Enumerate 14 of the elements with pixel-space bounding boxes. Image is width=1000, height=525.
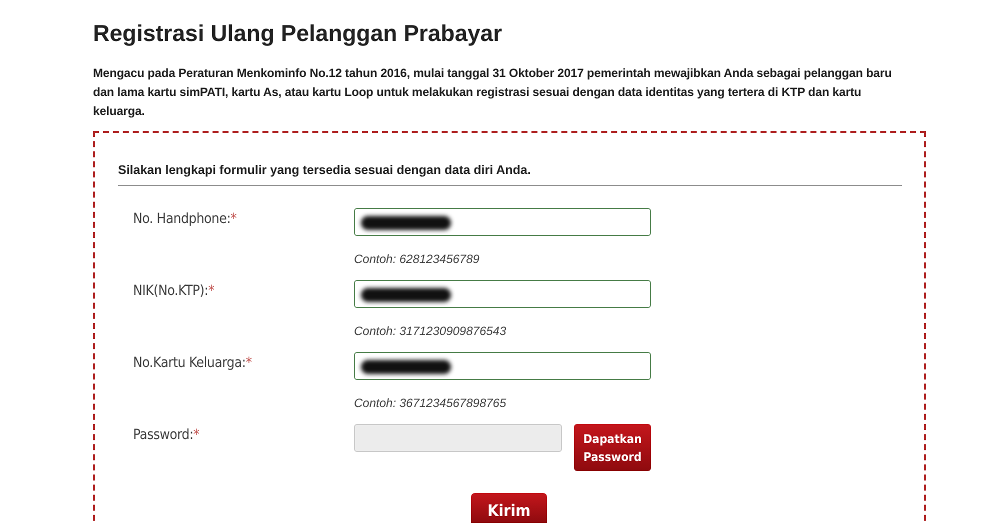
page-title: Registrasi Ulang Pelanggan Prabayar	[93, 20, 504, 47]
input-field[interactable]	[354, 352, 651, 380]
field-label: Password:*	[133, 426, 200, 443]
intro-paragraph: Mengacu pada Peraturan Menkominfo No.12 tahun 2016, mulai tanggal 31 Oktober 2017 pemerintah mewajibkan Anda sebagai pelanggan baru dan lama kartu simPATI, kartu As, atau kartu Loop untuk melakukan registrasi sesuai dengan data identitas yang tertera di KTP dan kartu keluarga.	[93, 65, 893, 120]
field-hint: Contoh: 3671234567898765	[354, 396, 508, 410]
input-field[interactable]	[354, 280, 651, 308]
submit-button[interactable]: Kirim	[471, 493, 547, 523]
field-label: NIK(No.KTP):*	[133, 282, 216, 299]
field-hint: Contoh: 628123456789	[354, 252, 480, 266]
field-label: No.Kartu Keluarga:*	[133, 354, 253, 371]
form-heading: Silakan lengkapi formulir yang tersedia sesuai dengan data diri Anda.	[118, 163, 902, 186]
field-label: No. Handphone:*	[133, 210, 238, 227]
input-field[interactable]	[354, 208, 651, 236]
field-hint: Contoh: 3171230909876543	[354, 324, 508, 338]
